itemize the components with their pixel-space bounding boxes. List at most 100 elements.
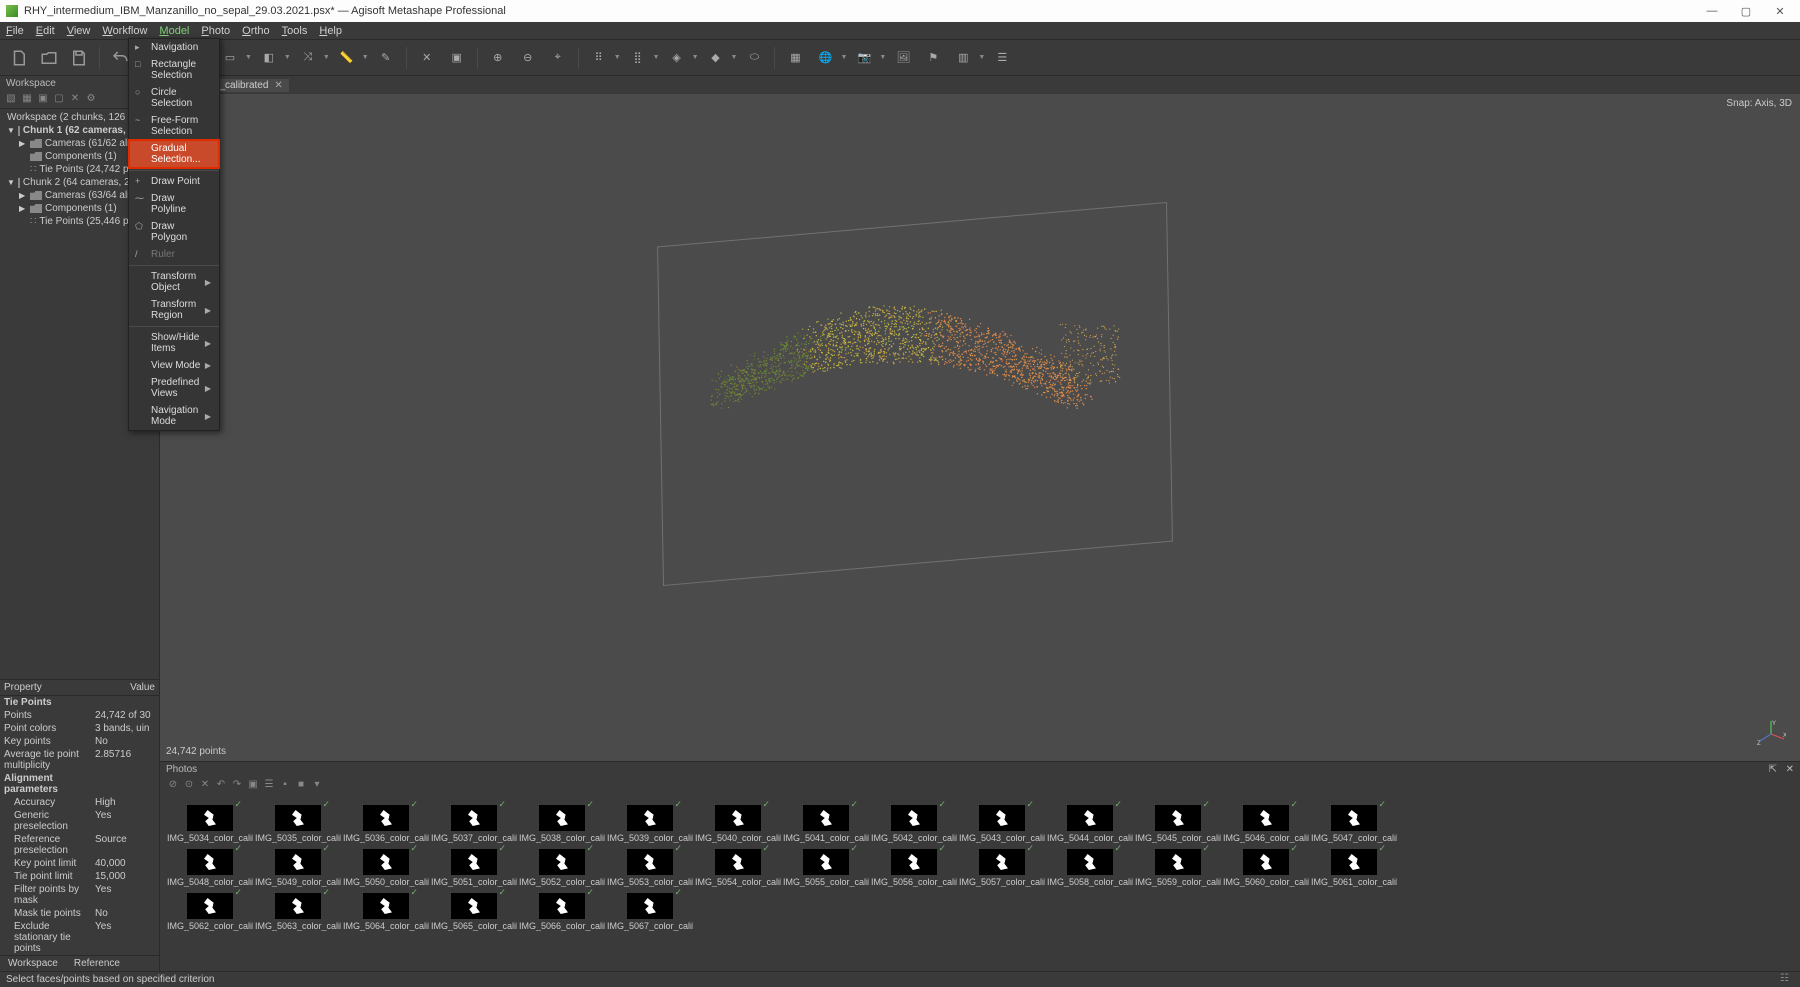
menu-item[interactable]: View Mode▶ [129,357,219,374]
menu-item[interactable]: ~Free-Form Selection [129,112,219,140]
show-markers-icon[interactable]: ⚑ [920,45,946,71]
menu-item[interactable]: ⬠Draw Polygon [129,218,219,246]
photos-enable-icon[interactable]: ⊙ [182,779,196,793]
photos-large-icon[interactable]: ■ [294,779,308,793]
photo-thumbnail[interactable]: ✓ IMG_5056_color_calibrated [870,843,958,887]
photo-thumbnail[interactable]: ✓ IMG_5064_color_calibrated [342,887,430,931]
menu-item[interactable]: ▸Navigation [129,39,219,56]
menu-item[interactable]: ○Circle Selection [129,84,219,112]
photos-details-icon[interactable]: ☰ [262,779,276,793]
menu-item[interactable]: □Rectangle Selection [129,56,219,84]
menu-item[interactable]: +Draw Point [129,173,219,190]
photo-thumbnail[interactable]: ✓ IMG_5051_color_calibrated [430,843,518,887]
menu-item[interactable]: Predefined Views▶ [129,374,219,402]
menu-file[interactable]: File [6,25,24,37]
region-icon[interactable]: ◧ [256,45,282,71]
view-dense-icon[interactable]: ⣿ [625,45,651,71]
view-tiled-icon[interactable]: ◆ [703,45,729,71]
photos-filter-icon[interactable]: ▾ [310,779,324,793]
photo-thumbnail[interactable]: ✓ IMG_5035_color_calibrated [254,799,342,843]
window-close[interactable]: ✕ [1766,5,1794,18]
menu-item[interactable]: Gradual Selection... [128,139,220,169]
photo-thumbnail[interactable]: ✓ IMG_5041_color_calibrated [782,799,870,843]
rect-select-icon[interactable]: ▭ [217,45,243,71]
ws-add-photos-icon[interactable]: ▦ [20,93,34,107]
draw-icon[interactable]: ✎ [373,45,399,71]
window-minimize[interactable]: — [1698,5,1726,18]
photo-thumbnail[interactable]: ✓ IMG_5047_color_calibrated [1310,799,1398,843]
photo-thumbnail[interactable]: ✓ IMG_5052_color_calibrated [518,843,606,887]
photo-thumbnail[interactable]: ✓ IMG_5066_color_calibrated [518,887,606,931]
photo-thumbnail[interactable]: ✓ IMG_5067_color_calibrated [606,887,694,931]
menu-item[interactable]: Transform Object▶ [129,268,219,296]
ws-add-chunk-icon[interactable]: ▧ [4,93,18,107]
photos-setmaster-icon[interactable]: ▣ [246,779,260,793]
show-shapes-icon[interactable]: ▥ [950,45,976,71]
reset-view-icon[interactable]: ⌖ [545,45,571,71]
menu-item[interactable]: ⁓Draw Polyline [129,190,219,218]
photo-thumbnail[interactable]: ✓ IMG_5063_color_calibrated [254,887,342,931]
photo-thumbnail[interactable]: ✓ IMG_5050_color_calibrated [342,843,430,887]
menu-ortho[interactable]: Ortho [242,25,270,37]
tab-workspace[interactable]: Workspace [0,956,66,971]
zoom-in-icon[interactable]: ⊕ [485,45,511,71]
ruler-icon[interactable]: 📏 [334,45,360,71]
photo-thumbnail[interactable]: ✓ IMG_5038_color_calibrated [518,799,606,843]
photos-rotate-l-icon[interactable]: ↶ [214,779,228,793]
photos-close-icon[interactable]: ✕ [1786,764,1794,775]
photo-thumbnail[interactable]: ✓ IMG_5034_color_calibrated [166,799,254,843]
ws-enable-icon[interactable]: ▣ [36,93,50,107]
photo-thumbnail[interactable]: ✓ IMG_5045_color_calibrated [1134,799,1222,843]
checkbox-icon[interactable] [18,126,20,136]
photos-small-icon[interactable]: ▪ [278,779,292,793]
save-icon[interactable] [66,45,92,71]
photo-thumbnail[interactable]: ✓ IMG_5053_color_calibrated [606,843,694,887]
photo-thumbnail[interactable]: ✓ IMG_5048_color_calibrated [166,843,254,887]
photo-thumbnail[interactable]: ✓ IMG_5037_color_calibrated [430,799,518,843]
close-icon[interactable]: ✕ [274,80,282,91]
move-icon[interactable]: ⤨ [295,45,321,71]
menu-tools[interactable]: Tools [282,25,308,37]
photo-thumbnail[interactable]: ✓ IMG_5044_color_calibrated [1046,799,1134,843]
menu-item[interactable]: Show/Hide Items▶ [129,329,219,357]
photos-disable-icon[interactable]: ⊘ [166,779,180,793]
photo-thumbnail[interactable]: ✓ IMG_5036_color_calibrated [342,799,430,843]
menu-item[interactable]: Navigation Mode▶ [129,402,219,430]
menu-edit[interactable]: Edit [36,25,55,37]
window-maximize[interactable]: ▢ [1732,5,1760,18]
photo-thumbnail[interactable]: ✓ IMG_5059_color_calibrated [1134,843,1222,887]
show-cameras-icon[interactable]: 📷 [851,45,877,71]
status-jobs-icon[interactable]: ☷ [1780,973,1794,987]
photos-rotate-r-icon[interactable]: ↷ [230,779,244,793]
photo-thumbnail[interactable]: ✓ IMG_5042_color_calibrated [870,799,958,843]
view-confidence-icon[interactable]: ⬭ [741,45,767,71]
photo-thumbnail[interactable]: ✓ IMG_5065_color_calibrated [430,887,518,931]
menu-item[interactable]: /Ruler [129,246,219,263]
delete-icon[interactable]: ✕ [414,45,440,71]
photo-thumbnail[interactable]: ✓ IMG_5058_color_calibrated [1046,843,1134,887]
show-aligned-icon[interactable]: ▦ [782,45,808,71]
photo-thumbnail[interactable]: ✓ IMG_5062_color_calibrated [166,887,254,931]
photo-thumbnail[interactable]: ✓ IMG_5060_color_calibrated [1222,843,1310,887]
zoom-out-icon[interactable]: ⊖ [515,45,541,71]
photo-thumbnail[interactable]: ✓ IMG_5055_color_calibrated [782,843,870,887]
3d-canvas[interactable]: Snap: Axis, 3D 24,742 points X Y Z [160,94,1800,761]
photos-remove-icon[interactable]: ✕ [198,779,212,793]
photo-thumbnail[interactable]: ✓ IMG_5039_color_calibrated [606,799,694,843]
photo-thumbnail[interactable]: ✓ IMG_5046_color_calibrated [1222,799,1310,843]
ws-settings-icon[interactable]: ⚙ [84,93,98,107]
menu-photo[interactable]: Photo [201,25,230,37]
crop-icon[interactable]: ▣ [444,45,470,71]
show-thumbnails-icon[interactable]: 🖼 [890,45,916,71]
show-region-icon[interactable]: ☰ [989,45,1015,71]
menu-model[interactable]: Model [159,25,189,37]
menu-help[interactable]: Help [319,25,342,37]
photo-thumbnail[interactable]: ✓ IMG_5040_color_calibrated [694,799,782,843]
photo-thumbnail[interactable]: ✓ IMG_5061_color_calibrated [1310,843,1398,887]
menu-view[interactable]: View [67,25,91,37]
ws-disable-icon[interactable]: ▢ [52,93,66,107]
view-model-icon[interactable]: ◈ [664,45,690,71]
tab-reference[interactable]: Reference [66,956,128,971]
ws-remove-icon[interactable]: ✕ [68,93,82,107]
photo-thumbnail[interactable]: ✓ IMG_5049_color_calibrated [254,843,342,887]
